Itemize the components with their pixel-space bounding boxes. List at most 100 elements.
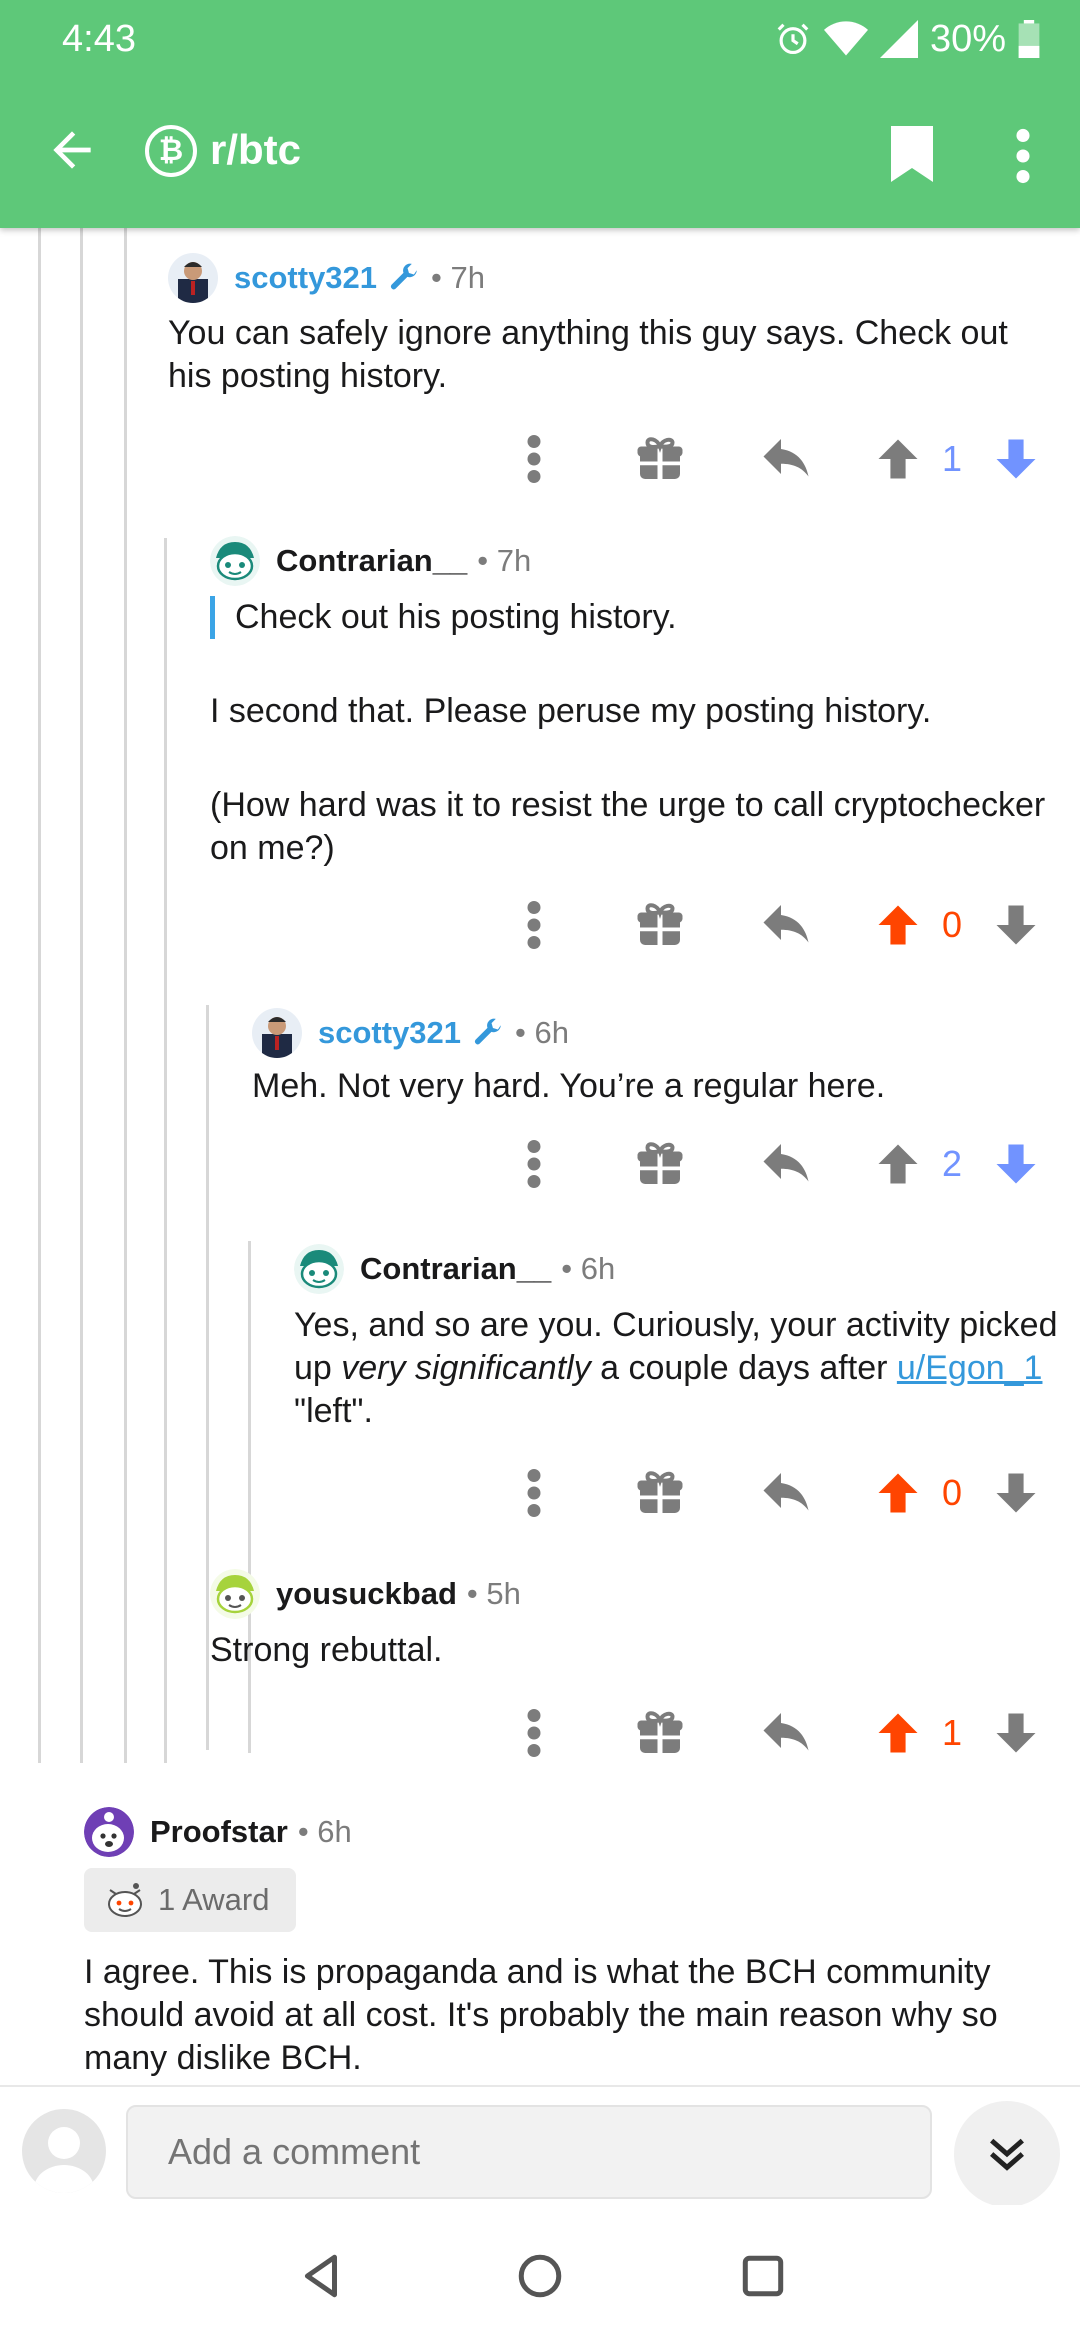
comment-actions: 1 xyxy=(524,1703,1044,1763)
more-options-icon[interactable] xyxy=(524,429,544,489)
bookmark-icon[interactable] xyxy=(888,126,936,182)
collapse-comments-button[interactable] xyxy=(954,2101,1060,2207)
comment-author[interactable]: Proofstar xyxy=(150,1814,288,1850)
comment-body: I agree. This is propaganda and is what … xyxy=(84,1953,998,2077)
avatar[interactable] xyxy=(210,536,260,586)
reply-icon[interactable] xyxy=(756,1134,816,1194)
award-count: 1 Award xyxy=(158,1882,270,1917)
comment-actions: 2 xyxy=(524,1134,1044,1194)
upvote-arrow-icon[interactable] xyxy=(872,1134,924,1194)
thread-line xyxy=(80,228,83,1763)
gift-icon[interactable] xyxy=(630,429,690,489)
comment-time: • 5h xyxy=(466,1576,521,1611)
status-icons: 30% xyxy=(774,14,1040,64)
award-icon xyxy=(108,1883,142,1917)
comment-author[interactable]: scotty321 xyxy=(234,260,377,296)
wifi-icon xyxy=(823,21,868,56)
reply-icon[interactable] xyxy=(756,1463,816,1523)
bitcoin-icon[interactable]: ₿ xyxy=(145,125,197,177)
status-bar: 4:43 30% xyxy=(0,0,1080,80)
more-options-icon[interactable] xyxy=(524,1134,544,1194)
avatar[interactable] xyxy=(84,1807,134,1857)
thread-line xyxy=(164,538,167,1763)
comment-author[interactable]: Contrarian__ xyxy=(360,1251,551,1287)
downvote-arrow-icon[interactable] xyxy=(990,1703,1042,1763)
avatar[interactable] xyxy=(294,1244,344,1294)
status-time: 4:43 xyxy=(62,18,136,60)
comment-body: You can safely ignore anything this guy … xyxy=(168,314,1008,395)
downvote-arrow-icon[interactable] xyxy=(990,429,1042,489)
comment-header: Contrarian__ • 7h xyxy=(210,533,531,589)
comment-time: • 7h xyxy=(477,543,532,578)
comment-actions: 1 xyxy=(524,429,1044,489)
comment-paragraph: (How hard was it to resist the urge to c… xyxy=(210,786,1046,867)
reply-icon[interactable] xyxy=(756,429,816,489)
system-navigation-bar xyxy=(0,2205,1080,2340)
comment-header: Proofstar • 6h xyxy=(84,1804,352,1860)
comment-text: a couple days after xyxy=(590,1349,897,1387)
comment-score: 0 xyxy=(941,904,963,945)
gift-icon[interactable] xyxy=(630,1703,690,1763)
comment-body: Meh. Not very hard. You’re a regular her… xyxy=(252,1067,886,1105)
thread-line xyxy=(38,228,41,1763)
more-options-icon[interactable] xyxy=(524,1463,544,1523)
comment-time: • 6h xyxy=(561,1251,616,1286)
alarm-icon xyxy=(777,23,809,55)
comment-author[interactable]: Contrarian__ xyxy=(276,543,467,579)
comment-body: Check out his posting history. I second … xyxy=(210,596,1050,870)
comment-author[interactable]: yousuckbad xyxy=(276,1576,457,1612)
app-bar: 4:43 30% ₿ r/btc xyxy=(0,0,1080,228)
battery-icon xyxy=(1018,20,1040,58)
comment-quote: Check out his posting history. xyxy=(210,596,1050,639)
moderator-wrench-icon xyxy=(474,1018,501,1045)
user-avatar[interactable] xyxy=(22,2109,106,2193)
nav-recents-icon[interactable] xyxy=(738,2251,788,2301)
moderator-wrench-icon xyxy=(390,263,417,290)
nav-home-icon[interactable] xyxy=(515,2251,565,2301)
more-options-icon[interactable] xyxy=(524,895,544,955)
more-options-icon[interactable] xyxy=(524,1703,544,1763)
gift-icon[interactable] xyxy=(630,895,690,955)
comment-time: • 6h xyxy=(515,1015,569,1050)
gift-icon[interactable] xyxy=(630,1463,690,1523)
thread-line xyxy=(124,228,127,1763)
comment-header: scotty321 • 7h xyxy=(168,250,485,306)
upvote-arrow-icon[interactable] xyxy=(872,1703,924,1763)
comment-score: 2 xyxy=(941,1143,963,1184)
downvote-arrow-icon[interactable] xyxy=(990,895,1042,955)
comment-author[interactable]: scotty321 xyxy=(318,1015,461,1051)
thread-line xyxy=(248,1241,251,1753)
reply-icon[interactable] xyxy=(756,1703,816,1763)
comment-score: 1 xyxy=(941,1712,963,1753)
upvote-arrow-icon[interactable] xyxy=(872,895,924,955)
comment-actions: 0 xyxy=(524,1463,1044,1523)
avatar[interactable] xyxy=(252,1008,302,1058)
comment-emphasis: very significantly xyxy=(341,1349,591,1387)
subreddit-name[interactable]: r/btc xyxy=(210,126,301,174)
comment-score: 1 xyxy=(941,438,963,479)
double-chevron-down-icon xyxy=(990,2138,1024,2171)
nav-back-icon[interactable] xyxy=(297,2251,347,2301)
downvote-arrow-icon[interactable] xyxy=(990,1463,1042,1523)
overflow-menu-icon[interactable] xyxy=(1008,128,1038,184)
upvote-arrow-icon[interactable] xyxy=(872,429,924,489)
comment-thread: scotty321 • 7h You can safely ignore any… xyxy=(0,228,1080,2085)
comment-text: "left". xyxy=(294,1392,373,1430)
award-badge[interactable]: 1 Award xyxy=(84,1868,296,1932)
comment-score: 0 xyxy=(941,1472,963,1513)
comment-time: • 6h xyxy=(297,1814,352,1849)
gift-icon[interactable] xyxy=(630,1134,690,1194)
avatar[interactable] xyxy=(210,1569,260,1619)
add-comment-input[interactable]: Add a comment xyxy=(126,2105,932,2199)
comment-header: Contrarian__ • 6h xyxy=(294,1241,615,1297)
avatar[interactable] xyxy=(168,253,218,303)
comment-body: Yes, and so are you. Curiously, your act… xyxy=(294,1304,1072,1433)
back-arrow-icon[interactable] xyxy=(44,122,100,178)
comment-header: scotty321 • 6h xyxy=(252,1005,569,1061)
downvote-arrow-icon[interactable] xyxy=(990,1134,1042,1194)
upvote-arrow-icon[interactable] xyxy=(872,1463,924,1523)
user-link[interactable]: u/Egon_1 xyxy=(897,1349,1043,1387)
comment-time: • 7h xyxy=(431,260,485,295)
comment-composer-bar: Add a comment xyxy=(0,2085,1080,2207)
reply-icon[interactable] xyxy=(756,895,816,955)
